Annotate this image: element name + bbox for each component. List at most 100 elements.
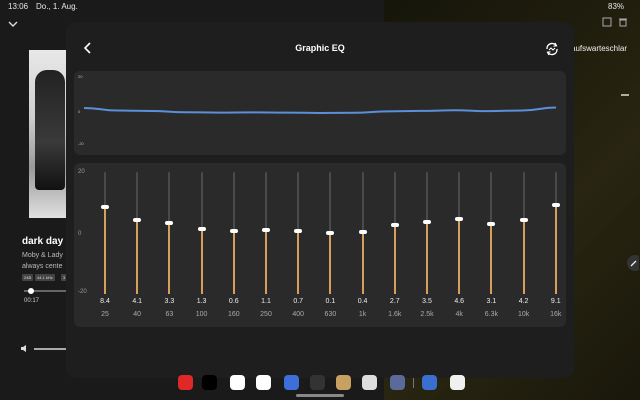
volume-slider[interactable] — [34, 348, 66, 350]
band-frequency-label: 2.5k — [420, 311, 434, 318]
slider-thumb[interactable] — [165, 220, 174, 225]
band-gain-value: 2.7 — [389, 298, 400, 305]
band-frequency-label: 400 — [292, 311, 305, 318]
slider-thumb[interactable] — [197, 227, 206, 232]
slider-thumb[interactable] — [229, 229, 238, 234]
band-gain-value: 8.4 — [100, 298, 110, 305]
band-frequency-label: 10k — [517, 311, 530, 318]
slider-thumb[interactable] — [101, 205, 109, 210]
eq-band-630[interactable]: 0.1 630 — [317, 163, 343, 327]
band-frequency-label: 630 — [324, 311, 337, 318]
eq-response-curve — [83, 106, 557, 114]
eq-band-160[interactable]: 0.6 160 — [221, 163, 247, 327]
eq-band-1.6k[interactable]: 2.7 1.6k — [382, 163, 408, 327]
dialog-header: Graphic EQ — [66, 22, 574, 74]
status-battery: 83% — [608, 2, 625, 11]
slider-fill — [329, 232, 332, 294]
band-frequency-label: 6.3k — [484, 311, 498, 318]
slider-fill — [232, 231, 235, 294]
slider-fill — [136, 220, 139, 294]
eq-band-100[interactable]: 1.3 100 — [189, 163, 215, 327]
band-gain-value: 3.1 — [486, 298, 497, 305]
eq-band-1k[interactable]: 0.4 1k — [350, 163, 376, 327]
chevron-down-icon[interactable] — [8, 20, 18, 28]
samplerate-tag: 44.1 kHz — [35, 274, 55, 281]
eq-band-4k[interactable]: 4.6 4k — [446, 163, 472, 327]
eq-band-250[interactable]: 1.1 250 — [253, 163, 279, 327]
slider-thumb[interactable] — [133, 218, 142, 223]
radio-app-icon[interactable] — [362, 375, 377, 390]
eq-band-63[interactable]: 3.3 63 — [156, 163, 182, 327]
eq-band-16k[interactable]: 9.1 16k — [543, 163, 569, 327]
slider-thumb[interactable] — [519, 218, 528, 223]
edit-fab-icon[interactable] — [625, 255, 639, 271]
track-title: dark day — [22, 236, 64, 247]
band-frequency-label: 160 — [227, 311, 240, 318]
gmail-icon[interactable] — [256, 375, 271, 390]
slider-fill — [490, 223, 493, 294]
white-app-icon[interactable] — [450, 375, 465, 390]
reset-icon[interactable] — [544, 41, 560, 57]
progress-knob[interactable] — [28, 288, 34, 294]
slider-thumb[interactable] — [551, 203, 560, 208]
app-drawer-icon[interactable] — [390, 375, 405, 390]
slider-axis-top: 20 — [78, 169, 85, 175]
slider-thumb[interactable] — [326, 230, 335, 235]
screen: { "status": { "time": "13:06", "date": "… — [0, 0, 640, 400]
slider-fill — [554, 205, 557, 294]
band-frequency-label: 1.6k — [388, 311, 402, 318]
graphic-eq-dialog: Graphic EQ 20 0 -20 20 0 -20 8.4 25 4.1 40 3… — [66, 22, 574, 378]
track-artist: Moby & Lady — [22, 252, 63, 259]
band-frequency-label: 1k — [358, 311, 367, 318]
slider-thumb[interactable] — [455, 216, 464, 221]
sonos-icon[interactable] — [202, 375, 217, 390]
save-icon[interactable] — [602, 17, 612, 27]
elapsed-time: 00:17 — [24, 298, 40, 304]
band-frequency-label: 100 — [195, 311, 208, 318]
band-gain-value: 0.6 — [228, 298, 239, 305]
eq-band-25[interactable]: 8.4 25 — [92, 163, 118, 327]
slider-fill — [361, 231, 364, 294]
flipboard-icon[interactable] — [178, 375, 193, 390]
band-gain-value: 1.1 — [261, 298, 271, 305]
band-gain-value: 9.1 — [550, 298, 561, 305]
eq-band-10k[interactable]: 4.2 10k — [511, 163, 537, 327]
slider-fill — [458, 218, 461, 294]
playback-progress[interactable] — [24, 288, 66, 294]
blue-app-icon[interactable] — [284, 375, 299, 390]
delete-icon[interactable] — [618, 17, 628, 27]
slider-fill — [393, 224, 396, 294]
slider-axis-mid: 0 — [78, 231, 82, 237]
slider-fill — [297, 230, 300, 294]
band-frequency-label: 16k — [550, 311, 562, 318]
dock-separator — [413, 378, 414, 388]
eq-band-6.3k[interactable]: 3.1 6.3k — [478, 163, 504, 327]
slider-fill — [200, 229, 203, 294]
slider-thumb[interactable] — [423, 220, 431, 225]
volume-icon — [21, 345, 26, 352]
band-frequency-label: 40 — [133, 311, 142, 318]
band-gain-value: 0.4 — [357, 298, 368, 305]
slider-fill — [522, 220, 525, 294]
band-gain-value: 4.2 — [518, 298, 529, 305]
band-gain-value: 4.1 — [132, 298, 143, 305]
photo-app-icon[interactable] — [336, 375, 351, 390]
home-indicator[interactable] — [296, 394, 344, 397]
collapse-icon[interactable] — [620, 90, 630, 100]
eq-band-2.5k[interactable]: 3.5 2.5k — [414, 163, 440, 327]
chrome-icon[interactable] — [230, 375, 245, 390]
settings-app-icon[interactable] — [422, 375, 437, 390]
slider-thumb[interactable] — [487, 221, 496, 226]
slider-fill — [426, 222, 428, 294]
taskbar — [170, 372, 480, 394]
eq-curve-panel: 20 0 -20 — [74, 71, 566, 155]
eq-band-400[interactable]: 0.7 400 — [285, 163, 311, 327]
slider-thumb[interactable] — [262, 227, 270, 232]
eq-band-40[interactable]: 4.1 40 — [124, 163, 150, 327]
album-art — [29, 50, 69, 218]
slider-thumb[interactable] — [390, 222, 399, 227]
queue-label: aufswarteschlar — [571, 44, 628, 53]
dark-app-icon[interactable] — [310, 375, 325, 390]
slider-thumb[interactable] — [294, 228, 303, 233]
slider-thumb[interactable] — [358, 229, 367, 234]
